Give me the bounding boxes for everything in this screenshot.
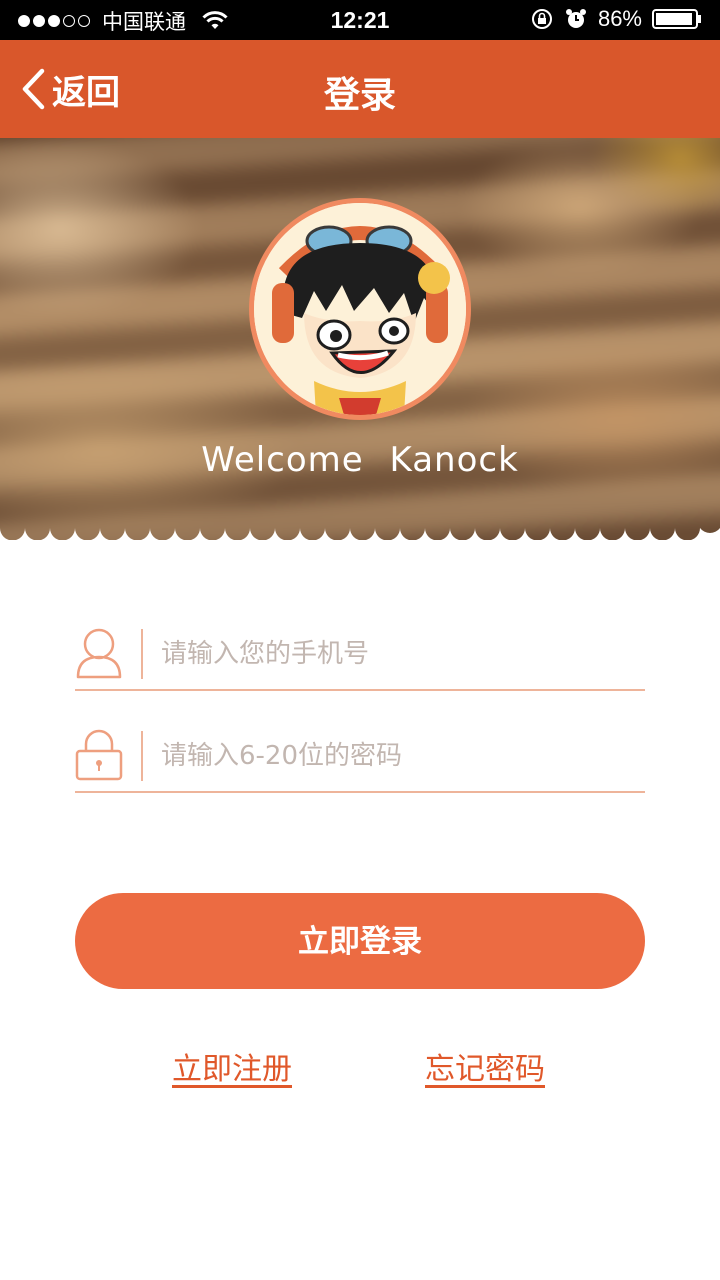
hero-banner: Welcome Kanock bbox=[0, 138, 720, 540]
nav-bar: 返回 登录 bbox=[0, 40, 720, 138]
register-link[interactable]: 立即注册 bbox=[172, 1044, 292, 1088]
status-bar: 中国联通 12:21 86% bbox=[0, 0, 720, 40]
forgot-password-link[interactable]: 忘记密码 bbox=[425, 1044, 545, 1088]
alarm-icon bbox=[565, 9, 586, 28]
login-button[interactable]: 立即登录 bbox=[75, 893, 645, 989]
phone-input[interactable] bbox=[161, 633, 631, 675]
rotation-lock-icon bbox=[531, 9, 552, 29]
avatar[interactable] bbox=[249, 198, 471, 420]
status-right: 86% bbox=[530, 6, 702, 32]
battery-percent: 86% bbox=[597, 6, 642, 31]
user-icon bbox=[76, 628, 122, 679]
avatar-cartoon-icon bbox=[254, 203, 466, 415]
scallop-edge bbox=[0, 528, 720, 540]
field-separator bbox=[141, 629, 143, 679]
field-separator bbox=[141, 731, 143, 781]
lock-icon bbox=[75, 729, 123, 781]
battery-icon bbox=[652, 9, 701, 29]
phone-field bbox=[75, 627, 645, 691]
welcome-text: Welcome Kanock bbox=[201, 440, 519, 480]
password-field bbox=[75, 729, 645, 793]
password-input[interactable] bbox=[161, 735, 631, 777]
page-title: 登录 bbox=[323, 75, 396, 116]
